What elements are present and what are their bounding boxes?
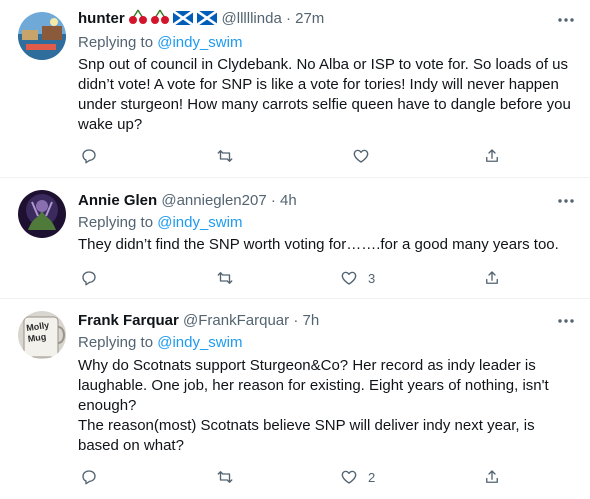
replying-to-label: Replying to [78, 34, 158, 51]
tweet[interactable]: Annie Glen @annieglen207 · 4h Replying t… [0, 178, 590, 299]
like-count: 3 [368, 270, 376, 286]
display-name[interactable]: Annie Glen [78, 192, 157, 209]
avatar[interactable]: Molly Mug [18, 311, 66, 359]
separator: · [285, 10, 291, 27]
share-button[interactable] [483, 268, 501, 288]
timestamp[interactable]: 4h [280, 192, 297, 209]
share-icon [486, 271, 498, 284]
share-icon [486, 470, 498, 483]
tweet-actions: 3 [78, 268, 518, 288]
retweet-button[interactable] [216, 467, 234, 487]
replying-to: Replying to @indy_swim [78, 33, 242, 53]
replying-to: Replying to @indy_swim [78, 213, 242, 233]
tweet-text: Snp out of council in Clydebank. No Alba… [78, 55, 583, 135]
tweet-text: Why do Scotnats support Sturgeon&Co? Her… [78, 356, 578, 456]
timestamp[interactable]: 27m [295, 10, 324, 27]
cherries-icon [151, 9, 173, 27]
reply-button[interactable] [80, 268, 98, 288]
share-button[interactable] [483, 467, 501, 487]
more-options-icon[interactable] [556, 10, 576, 30]
tweet-text-paragraph: Snp out of council in Clydebank. No Alba… [78, 56, 571, 133]
share-icon [486, 149, 498, 162]
share-button[interactable] [483, 146, 501, 166]
tweet-header: Annie Glen @annieglen207 · 4h [78, 191, 297, 211]
replying-to: Replying to @indy_swim [78, 333, 242, 353]
separator: · [293, 312, 299, 329]
like-count: 2 [368, 469, 376, 485]
timestamp[interactable]: 7h [302, 312, 319, 329]
replying-to-handle[interactable]: @indy_swim [157, 214, 242, 231]
tweet-actions: 2 [78, 467, 518, 487]
replying-to-label: Replying to [78, 214, 158, 231]
avatar[interactable] [18, 12, 66, 60]
display-name[interactable]: hunter [78, 10, 125, 27]
retweet-icon [217, 471, 233, 483]
avatar[interactable] [18, 190, 66, 238]
heart-icon [341, 271, 357, 285]
reply-icon [82, 271, 96, 286]
tweet-text-paragraph: The reason(most) Scotnats believe SNP wi… [78, 417, 535, 454]
reply-icon [82, 470, 96, 485]
tweet-text-paragraph: Why do Scotnats support Sturgeon&Co? Her… [78, 357, 549, 414]
retweet-button[interactable] [216, 146, 234, 166]
handle[interactable]: @annieglen207 [161, 192, 266, 209]
like-button[interactable] [352, 146, 380, 166]
tweet-header: Frank Farquar @FrankFarquar · 7h [78, 311, 319, 331]
retweet-icon [217, 272, 233, 284]
reply-button[interactable] [80, 467, 98, 487]
reply-icon [82, 149, 96, 164]
tweet-actions [78, 146, 518, 166]
like-button[interactable]: 3 [340, 268, 375, 288]
replying-to-handle[interactable]: @indy_swim [157, 334, 242, 351]
scotland-flag-icon [197, 10, 221, 27]
handle[interactable]: @lllllinda [222, 10, 282, 27]
replying-to-label: Replying to [78, 334, 158, 351]
like-button[interactable]: 2 [340, 467, 375, 487]
heart-icon [341, 470, 357, 484]
display-name[interactable]: Frank Farquar [78, 312, 179, 329]
cherries-icon [128, 9, 151, 27]
retweet-icon [217, 150, 233, 162]
tweet-text: They didn’t find the SNP worth voting fo… [78, 235, 578, 255]
tweet[interactable]: hunter @lllllinda · 27m Replying to @ind… [0, 0, 590, 178]
tweet[interactable]: Molly Mug Frank Farquar @FrankFarquar · … [0, 299, 590, 499]
replying-to-handle[interactable]: @indy_swim [157, 34, 242, 51]
more-options-icon[interactable] [556, 191, 576, 211]
more-options-icon[interactable] [556, 311, 576, 331]
tweet-header: hunter @lllllinda · 27m [78, 9, 324, 29]
scotland-flag-icon [173, 10, 197, 27]
avatar-mug-text: Molly Mug [25, 319, 50, 344]
reply-button[interactable] [80, 146, 98, 166]
separator: · [270, 192, 276, 209]
handle[interactable]: @FrankFarquar [183, 312, 289, 329]
tweet-text-paragraph: They didn’t find the SNP worth voting fo… [78, 236, 559, 253]
heart-icon [353, 149, 369, 163]
retweet-button[interactable] [216, 268, 234, 288]
